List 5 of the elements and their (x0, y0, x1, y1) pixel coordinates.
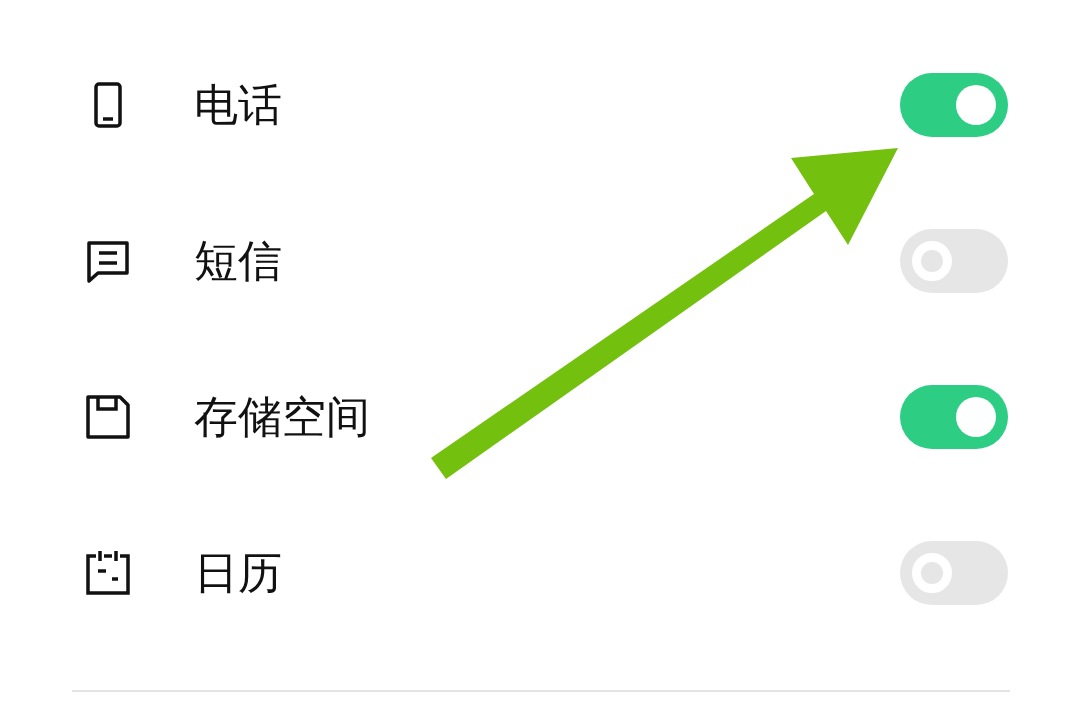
calendar-icon (84, 549, 132, 597)
permission-label: 短信 (194, 233, 283, 288)
permission-label: 存储空间 (194, 389, 371, 444)
permission-label: 日历 (194, 545, 283, 600)
permission-label: 电话 (194, 77, 283, 132)
